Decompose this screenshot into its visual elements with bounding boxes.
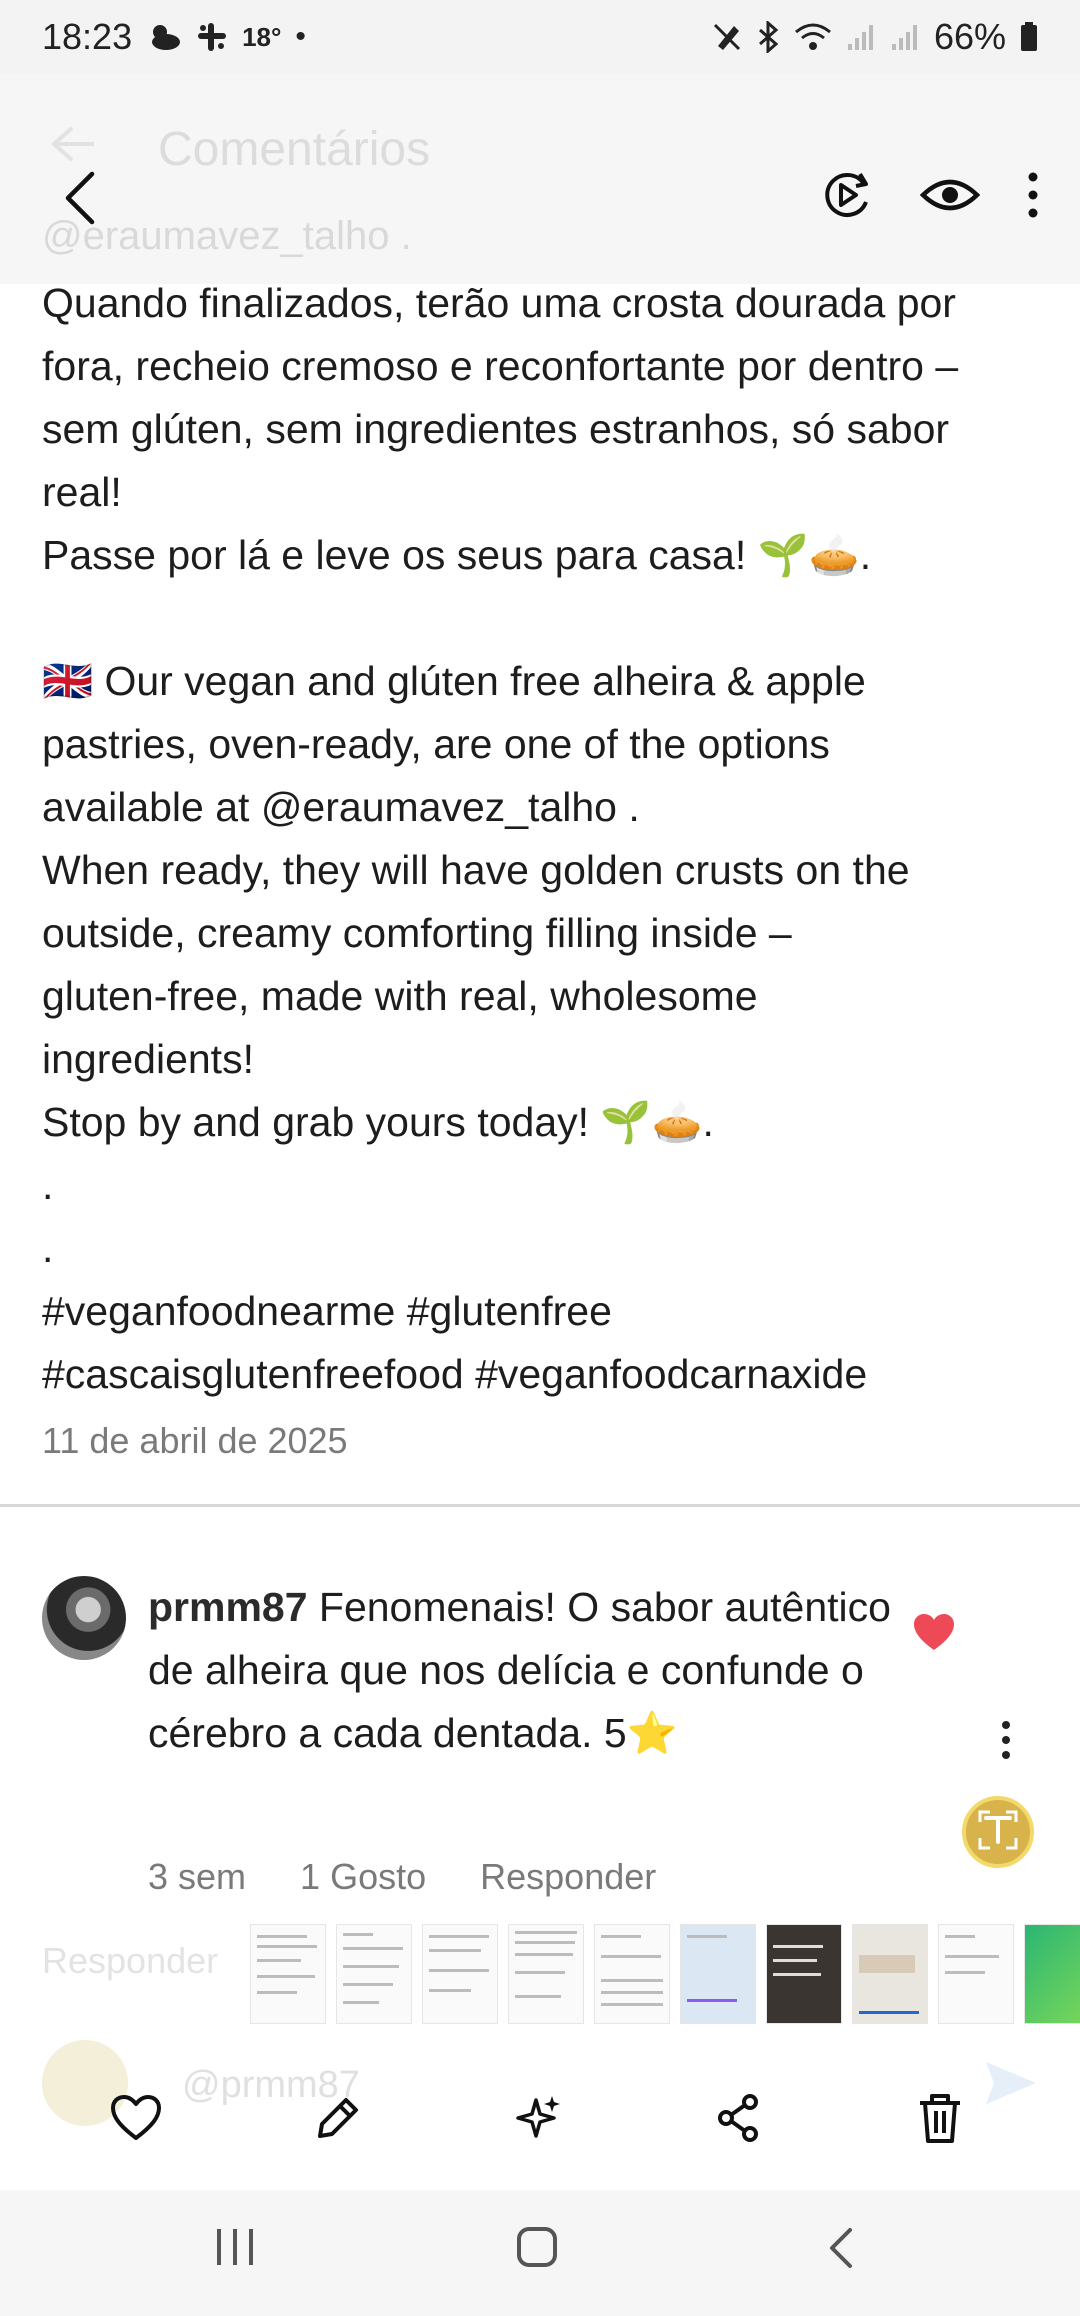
eye-icon[interactable] [919, 175, 981, 220]
status-right: 66% [712, 16, 1038, 58]
share-icon[interactable] [702, 2082, 774, 2154]
comment-meta: 3 sem 1 Gosto Responder [148, 1856, 656, 1898]
thumbnail[interactable] [680, 1924, 756, 2024]
thumbnail[interactable] [938, 1924, 1014, 2024]
slack-icon [196, 21, 228, 53]
battery-percent: 66% [933, 16, 1006, 57]
post-date: 11 de abril de 2025 [42, 1420, 348, 1461]
wifi-icon [794, 22, 832, 52]
thumbnail[interactable] [250, 1924, 326, 2024]
system-nav-bar [0, 2190, 1080, 2316]
more-vertical-icon[interactable] [1026, 171, 1040, 224]
recent-apps-icon[interactable] [214, 2226, 256, 2273]
comment-like-heart-icon[interactable] [912, 1612, 956, 1657]
no-sim-icon [712, 22, 742, 52]
status-time: 18:23 [42, 16, 133, 57]
comment-more-icon[interactable] [1000, 1720, 1012, 1765]
ai-sparkle-icon[interactable] [502, 2082, 574, 2154]
caption-line: Quando finalizados, terão uma crosta dou… [42, 280, 956, 326]
ghost-reply: Responder [42, 1940, 219, 1981]
thumbnail[interactable] [422, 1924, 498, 2024]
battery-icon [1020, 22, 1038, 52]
ghost-title: Comentários [158, 123, 431, 176]
thumbnail[interactable] [508, 1924, 584, 2024]
back-icon[interactable] [826, 2226, 856, 2275]
signal-icon [846, 22, 876, 52]
caption-line: Passe por lá e leve os seus para casa! 🌱… [42, 532, 872, 578]
status-temperature: 18° [242, 21, 282, 52]
caption-line: . [42, 1162, 54, 1208]
caption-line: ingredients! [42, 1036, 254, 1082]
caption-blank-line [42, 587, 1072, 650]
caption-line: Stop by and grab yours today! 🌱🥧. [42, 1099, 714, 1145]
caption-line: gluten-free, made with real, wholesome [42, 973, 758, 1019]
comment-likes[interactable]: 1 Gosto [300, 1856, 426, 1898]
play-edit-icon[interactable] [820, 168, 874, 227]
signal-icon [890, 22, 920, 52]
thumbnail[interactable] [766, 1924, 842, 2024]
caption-line: sem glúten, sem ingredientes estranhos, … [42, 406, 950, 452]
avatar[interactable] [42, 1576, 126, 1660]
caption-hashtags[interactable]: #cascaisglutenfreefood #veganfoodcarnaxi… [42, 1343, 1072, 1406]
viewer-toolbar [820, 168, 1040, 227]
thumbnail[interactable] [336, 1924, 412, 2024]
caption-line: pastries, oven-ready, are one of the opt… [42, 721, 830, 767]
reply-link[interactable]: Responder [480, 1856, 656, 1898]
comment-body: prmm87 Fenomenais! O sabor autêntico de … [148, 1576, 898, 1765]
trash-icon[interactable] [904, 2082, 976, 2154]
back-arrow-icon[interactable] [62, 170, 98, 231]
status-bar: 18:23 18° • 66% [0, 0, 1080, 74]
translate-text-button[interactable] [962, 1796, 1034, 1868]
caption-line: 🇬🇧 Our vegan and glúten free alheira & a… [42, 658, 866, 704]
screenshot-filmstrip [250, 1924, 1080, 2028]
caption-line: fora, recheio cremoso e reconfortante po… [42, 343, 959, 389]
dot-icon: • [295, 20, 306, 53]
thumbnail[interactable] [594, 1924, 670, 2024]
comment-time: 3 sem [148, 1856, 247, 1897]
caption-hashtags[interactable]: #veganfoodnearme #glutenfree [42, 1280, 1072, 1343]
action-bar [0, 2060, 1080, 2170]
bluetooth-icon [756, 21, 780, 53]
caption-line: available at @eraumavez_talho . [42, 784, 640, 830]
weather-cloudy-icon [146, 22, 182, 52]
caption-line: outside, creamy comforting filling insid… [42, 910, 792, 956]
thumbnail[interactable] [852, 1924, 928, 2024]
caption-line: When ready, they will have golden crusts… [42, 847, 910, 893]
home-icon[interactable] [516, 2226, 558, 2273]
heart-icon[interactable] [100, 2082, 172, 2154]
edit-pencil-icon[interactable] [302, 2082, 374, 2154]
caption-line: real! [42, 469, 122, 515]
thumbnail[interactable] [1024, 1924, 1080, 2024]
post-caption: Quando finalizados, terão uma crosta dou… [42, 272, 1072, 1406]
ghost-back-arrow-icon [50, 124, 96, 169]
divider [0, 1504, 1080, 1507]
caption-line: . [42, 1225, 54, 1271]
comment-username[interactable]: prmm87 [148, 1584, 308, 1630]
status-left: 18:23 18° • [42, 16, 306, 58]
text-t-icon [978, 1810, 1018, 1855]
